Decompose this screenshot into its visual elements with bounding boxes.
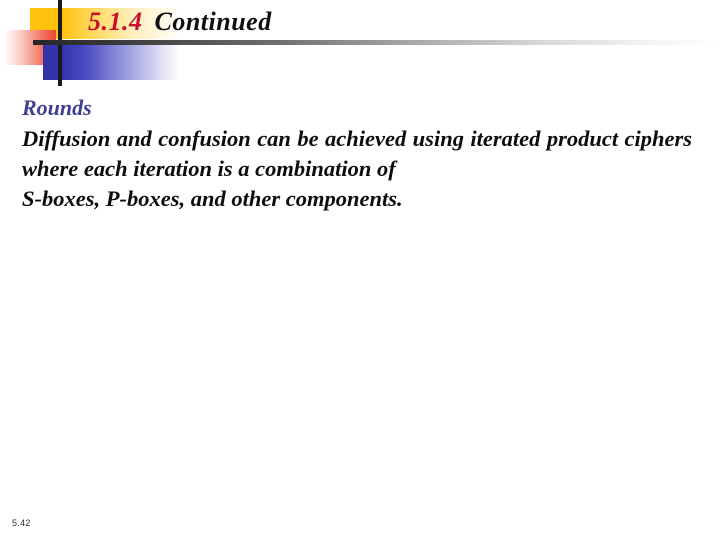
blue-gradient-shape — [62, 45, 180, 80]
slide: 5.1.4 Continued Rounds Diffusion and conf… — [0, 0, 720, 540]
yellow-square-shape — [30, 8, 58, 39]
page-title: 5.1.4 Continued — [88, 7, 272, 37]
page-title-word: Continued — [154, 7, 272, 36]
content-area: Rounds Diffusion and confusion can be ac… — [22, 95, 692, 214]
blue-square-shape — [43, 45, 62, 80]
red-gradient-shape — [4, 30, 56, 65]
paragraph-line-1: Diffusion and confusion can be achieved … — [22, 126, 541, 152]
header-horizontal-rule — [33, 40, 720, 45]
body-paragraph: Diffusion and confusion can be achieved … — [22, 124, 692, 214]
paragraph-line-3: S-boxes, P-boxes, and other components. — [22, 186, 403, 212]
footer-page-number: 5.42 — [12, 518, 31, 528]
page-title-number: 5.1.4 — [88, 7, 143, 36]
section-subheading: Rounds — [22, 95, 92, 120]
